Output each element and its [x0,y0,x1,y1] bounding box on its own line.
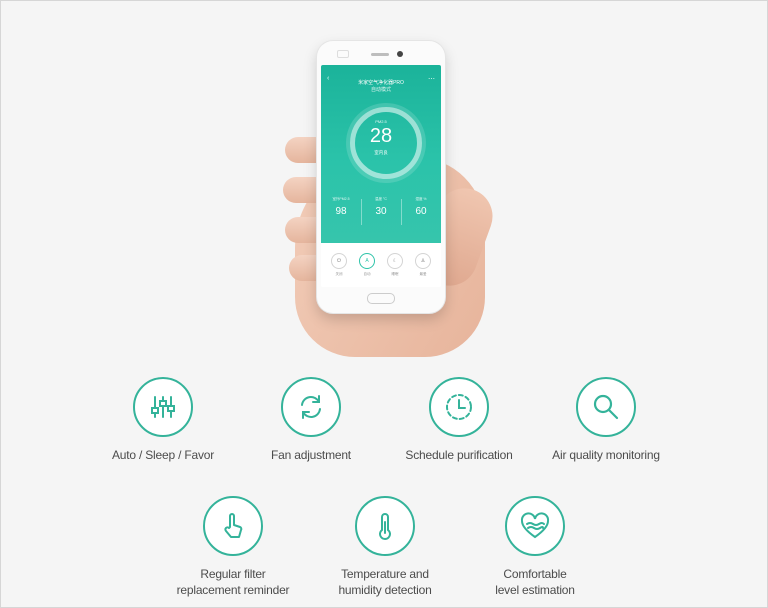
feature-label-line: level estimation [495,583,575,597]
feature-label: Fan adjustment [243,447,379,463]
power-button[interactable]: ⏻ 关闭 [327,253,351,277]
refresh-icon [281,377,341,437]
thermometer-icon [355,496,415,556]
feature-label: Air quality monitoring [531,447,681,463]
sliders-icon [133,377,193,437]
hand-pointer-icon [203,496,263,556]
favorite-mode-button[interactable]: ♙ 最爱 [411,253,435,277]
control-label: 自动 [363,272,371,276]
auto-icon: A [359,253,375,269]
product-feature-panel: ‹ ⋯ 米家空气净化器PRO 自动模式 PM2.5 28 室内良 室外PM2.5… [0,0,768,608]
stat-outdoor-pm: 室外PM2.5 98 [321,197,361,217]
stats-row: 室外PM2.5 98 温度 °C 30 湿度 % 60 [321,197,441,237]
power-icon: ⏻ [331,253,347,269]
feature-label-line: Regular filter [200,567,266,581]
phone-camera [397,51,403,57]
magnifier-icon [576,377,636,437]
control-label: 关闭 [335,272,343,276]
stat-label: 温度 °C [375,197,387,201]
pm-status: 室内良 [374,150,388,155]
feature-label-line: Auto / Sleep / Favor [111,448,215,462]
control-bar: ⏻ 关闭 A 自动 ☾ 睡眠 ♙ 最爱 [321,243,441,287]
heart-waves-icon [505,496,565,556]
smartphone: ‹ ⋯ 米家空气净化器PRO 自动模式 PM2.5 28 室内良 室外PM2.5… [317,41,445,313]
moon-icon: ☾ [387,253,403,269]
stat-label: 室外PM2.5 [332,197,350,201]
feature-label: Auto / Sleep / Favor [95,447,231,463]
stat-temperature: 温度 °C 30 [361,197,401,217]
app-screen: ‹ ⋯ 米家空气净化器PRO 自动模式 PM2.5 28 室内良 室外PM2.5… [321,65,441,287]
sleep-mode-button[interactable]: ☾ 睡眠 [383,253,407,277]
control-label: 最爱 [419,272,427,276]
feature-label-line: humidity detection [338,583,432,597]
phone-home-button [367,293,395,304]
feature-fan-adjustment: Fan adjustment [243,377,379,463]
feature-label-line: replacement reminder [176,583,290,597]
feature-label-line: Fan adjustment [271,448,351,462]
phone-logo [337,50,349,58]
stat-humidity: 湿度 % 60 [401,197,441,217]
feature-temperature-humidity: Temperature and humidity detection [317,496,453,598]
feature-label-line: Temperature and [341,567,429,581]
pm-label: PM2.5 [375,119,387,124]
hand-holding-phone-image: ‹ ⋯ 米家空气净化器PRO 自动模式 PM2.5 28 室内良 室外PM2.5… [281,37,501,357]
stat-value: 30 [375,206,387,217]
app-header-area: ‹ ⋯ 米家空气净化器PRO 自动模式 PM2.5 28 室内良 室外PM2.5… [321,65,441,243]
control-label: 睡眠 [391,272,399,276]
feature-label-line: Comfortable [503,567,567,581]
stat-label: 湿度 % [415,197,427,201]
feature-comfort-level: Comfortable level estimation [467,496,603,598]
feature-auto-sleep-favor: Auto / Sleep / Favor [95,377,231,463]
phone-speaker [371,53,389,56]
feature-label-line: Air quality monitoring [552,448,660,462]
app-title: 米家空气净化器PRO [358,80,404,86]
feature-filter-reminder: Regular filter replacement reminder [165,496,301,598]
stat-value: 60 [415,206,427,217]
feature-label-line: Schedule purification [405,448,513,462]
feature-label: Regular filter replacement reminder [165,566,301,598]
user-icon: ♙ [415,253,431,269]
feature-label: Schedule purification [391,447,527,463]
mode-text: 自动模式 [370,87,391,93]
feature-label: Comfortable level estimation [467,566,603,598]
feature-schedule-purification: Schedule purification [391,377,527,463]
stat-divider [361,199,362,225]
auto-mode-button[interactable]: A 自动 [355,253,379,277]
pm-value: 28 [369,125,393,147]
stat-divider [401,199,402,225]
feature-air-quality-monitoring: Air quality monitoring [531,377,681,463]
stat-value: 98 [335,206,347,217]
feature-label: Temperature and humidity detection [317,566,453,598]
clock-icon [429,377,489,437]
